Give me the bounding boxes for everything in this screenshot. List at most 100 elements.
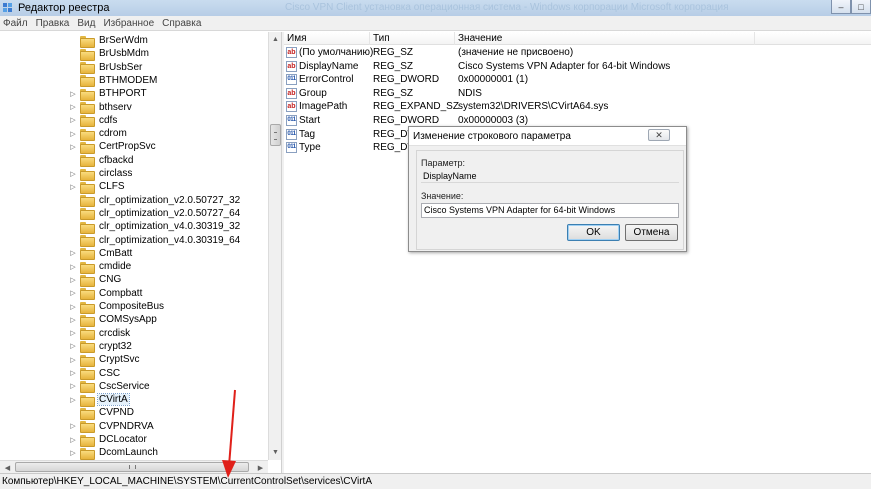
expand-arrow-icon[interactable]: ▷ bbox=[70, 367, 76, 380]
scroll-up-icon[interactable]: ▲ bbox=[270, 34, 281, 45]
tree-item[interactable]: clr_optimization_v2.0.50727_64 bbox=[0, 207, 241, 221]
tree-item-label: clr_optimization_v4.0.30319_64 bbox=[99, 234, 241, 246]
expand-arrow-icon[interactable]: ▷ bbox=[70, 260, 76, 273]
tree-item-label: COMSysApp bbox=[99, 314, 157, 326]
tree-item[interactable]: cfbackd bbox=[0, 154, 134, 168]
value-input[interactable]: Cisco Systems VPN Adapter for 64-bit Win… bbox=[421, 203, 679, 218]
minimize-button[interactable]: – bbox=[831, 0, 851, 14]
scroll-thumb[interactable] bbox=[270, 124, 281, 146]
expand-arrow-icon[interactable]: ▷ bbox=[70, 287, 76, 300]
column-name-header[interactable]: Имя bbox=[284, 32, 370, 45]
menu-file[interactable]: Файл bbox=[0, 18, 33, 29]
value-type: REG_SZ bbox=[373, 47, 414, 58]
maximize-button[interactable]: □ bbox=[851, 0, 871, 14]
menu-favorites[interactable]: Избранное bbox=[100, 18, 159, 29]
tree-item-label: Compbatt bbox=[99, 287, 143, 299]
value-row[interactable]: ab DisplayName REG_SZ Cisco Systems VPN Ada… bbox=[284, 60, 871, 73]
menu-edit[interactable]: Правка bbox=[33, 18, 75, 29]
tree-vertical-scrollbar[interactable]: ▲ ▼ bbox=[268, 32, 281, 460]
tree-item[interactable]: ▷ CmBatt bbox=[0, 247, 133, 261]
value-type: REG_EXPAND_SZ bbox=[373, 101, 459, 113]
tree-item[interactable]: ▷ cdfs bbox=[0, 114, 118, 128]
expand-arrow-icon[interactable]: ▷ bbox=[70, 273, 76, 286]
column-value-header[interactable]: Значение bbox=[455, 32, 755, 45]
tree-item[interactable]: ▷ CertPropSvc bbox=[0, 140, 157, 154]
ok-button[interactable]: OK bbox=[567, 224, 620, 241]
tree-item[interactable]: BTHMODEM bbox=[0, 74, 158, 88]
menu-help[interactable]: Справка bbox=[159, 18, 206, 29]
tree-item[interactable]: ▷ DcomLaunch bbox=[0, 446, 159, 460]
tree-item[interactable]: clr_optimization_v4.0.30319_32 bbox=[0, 220, 241, 234]
tree-item-label: CNG bbox=[99, 274, 122, 286]
expand-arrow-icon[interactable]: ▷ bbox=[70, 380, 76, 393]
list-header: Имя Тип Значение bbox=[284, 32, 871, 45]
tree-item-label: BTHMODEM bbox=[99, 74, 158, 86]
tree-item[interactable]: BrUsbSer bbox=[0, 61, 143, 75]
close-icon[interactable]: ✕ bbox=[648, 129, 670, 141]
tree-item[interactable]: BrUsbMdm bbox=[0, 47, 150, 61]
tree-item[interactable]: ▷ cmdide bbox=[0, 260, 132, 274]
expand-arrow-icon[interactable]: ▷ bbox=[70, 446, 76, 459]
tree-item[interactable]: ▷ circlass bbox=[0, 167, 133, 181]
tree-item[interactable]: ▷ Compbatt bbox=[0, 287, 143, 301]
value-name: ErrorControl bbox=[299, 74, 354, 86]
tree-item[interactable]: clr_optimization_v2.0.50727_32 bbox=[0, 194, 241, 208]
cancel-button[interactable]: Отмена bbox=[625, 224, 678, 241]
expand-arrow-icon[interactable]: ▷ bbox=[70, 140, 76, 153]
tree-item[interactable]: ▷ CryptSvc bbox=[0, 353, 141, 367]
tree-item[interactable]: ▷ crypt32 bbox=[0, 340, 133, 354]
tree-item[interactable]: ▷ CSC bbox=[0, 367, 121, 380]
value-type: REG_SZ bbox=[373, 60, 414, 72]
scroll-down-icon[interactable]: ▼ bbox=[270, 447, 281, 458]
folder-icon bbox=[80, 102, 95, 114]
tree-item[interactable]: ▷ CscService bbox=[0, 380, 151, 394]
expand-arrow-icon[interactable]: ▷ bbox=[70, 300, 76, 313]
expand-arrow-icon[interactable]: ▷ bbox=[70, 340, 76, 353]
scroll-left-icon[interactable]: ◀ bbox=[2, 462, 13, 473]
menu-view[interactable]: Вид bbox=[74, 18, 100, 29]
scroll-right-icon[interactable]: ▶ bbox=[255, 462, 266, 473]
tree-item[interactable]: CVPND bbox=[0, 406, 135, 420]
value-row[interactable]: ab (По умолчанию) REG_SZ (значение не присв… bbox=[284, 46, 871, 59]
tree-item[interactable]: ▷ bthserv bbox=[0, 101, 133, 114]
folder-icon bbox=[80, 421, 95, 434]
tree-item[interactable]: ▷ CLFS bbox=[0, 180, 126, 194]
column-type-header[interactable]: Тип bbox=[370, 32, 455, 45]
tree-item[interactable]: ▷ CompositeBus bbox=[0, 300, 165, 314]
string-value-icon: ab bbox=[286, 101, 297, 113]
tree-item-label: circlass bbox=[99, 168, 133, 179]
expand-arrow-icon[interactable]: ▷ bbox=[70, 327, 76, 340]
tree-item[interactable]: ▷ crcdisk bbox=[0, 327, 131, 341]
value-row[interactable]: ab ImagePath REG_EXPAND_SZ system32\DRIVERS… bbox=[284, 100, 871, 113]
tree-item[interactable]: BrSerWdm bbox=[0, 34, 149, 48]
expand-arrow-icon[interactable]: ▷ bbox=[70, 114, 76, 127]
expand-arrow-icon[interactable]: ▷ bbox=[70, 247, 76, 260]
tree-item[interactable]: ▷ CVirtA bbox=[0, 393, 130, 407]
tree-item[interactable]: ▷ cdrom bbox=[0, 127, 128, 141]
expand-arrow-icon[interactable]: ▷ bbox=[70, 167, 76, 180]
tree-item[interactable]: clr_optimization_v4.0.30319_64 bbox=[0, 234, 241, 247]
tree-item[interactable]: ▷ DCLocator bbox=[0, 433, 148, 447]
tree-item-label: bthserv bbox=[99, 101, 132, 113]
expand-arrow-icon[interactable]: ▷ bbox=[70, 353, 76, 366]
expand-arrow-icon[interactable]: ▷ bbox=[70, 420, 76, 433]
expand-arrow-icon[interactable]: ▷ bbox=[70, 101, 76, 114]
expand-arrow-icon[interactable]: ▷ bbox=[70, 433, 76, 446]
tree-item[interactable]: ▷ BTHPORT bbox=[0, 87, 148, 101]
dialog-title-bar: Изменение строкового параметра ✕ bbox=[409, 127, 686, 146]
expand-arrow-icon[interactable]: ▷ bbox=[70, 313, 76, 326]
folder-icon bbox=[80, 75, 95, 88]
folder-icon bbox=[80, 195, 95, 208]
expand-arrow-icon[interactable]: ▷ bbox=[70, 87, 76, 100]
value-row[interactable]: 011 ErrorControl REG_DWORD 0x00000001 (1) bbox=[284, 73, 871, 86]
folder-icon bbox=[80, 261, 95, 274]
tree-item[interactable]: ▷ COMSysApp bbox=[0, 313, 158, 327]
expand-arrow-icon[interactable]: ▷ bbox=[70, 180, 76, 193]
binary-value-icon: 011 bbox=[286, 142, 297, 154]
horizontal-scroll-thumb[interactable] bbox=[15, 462, 249, 472]
expand-arrow-icon[interactable]: ▷ bbox=[70, 393, 76, 406]
value-row[interactable]: ab Group REG_SZ NDIS bbox=[284, 87, 871, 100]
tree-item[interactable]: ▷ CNG bbox=[0, 273, 122, 287]
expand-arrow-icon[interactable]: ▷ bbox=[70, 127, 76, 140]
tree-item[interactable]: ▷ CVPNDRVA bbox=[0, 420, 155, 434]
